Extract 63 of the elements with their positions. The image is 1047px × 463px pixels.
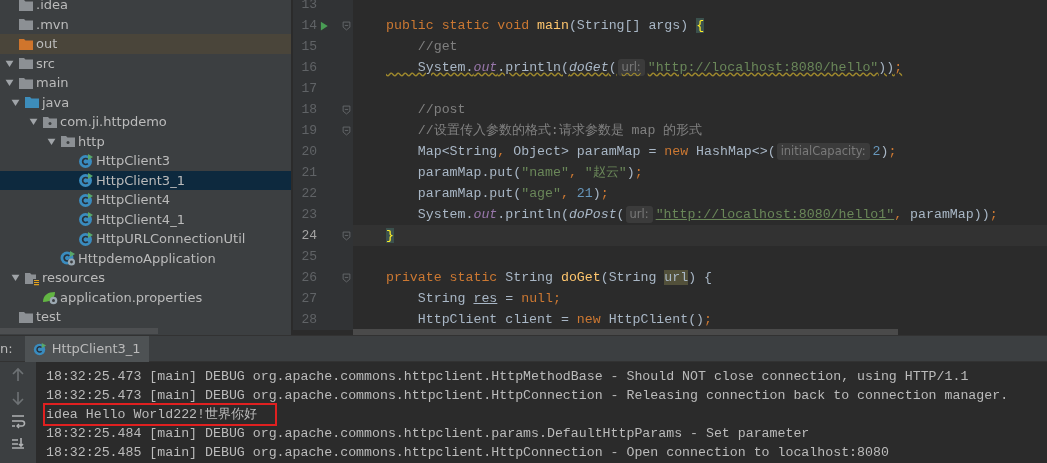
tree-item[interactable]: HttpURLConnectionUtil <box>0 229 291 249</box>
tree-item[interactable]: HttpClient3 <box>0 151 291 171</box>
folder-icon <box>18 16 34 33</box>
class-icon <box>60 250 76 267</box>
tree-item[interactable]: src <box>0 53 291 73</box>
tree-item[interactable]: out <box>0 34 291 54</box>
scrollbar[interactable] <box>0 328 158 334</box>
fold-icon[interactable] <box>341 125 351 136</box>
fold-icon[interactable] <box>341 230 351 241</box>
tree-item[interactable]: java <box>0 92 291 112</box>
code-line: String res = null; <box>416 289 561 308</box>
code-line: System.out.println(doPost( url: "http://localhost:8080/hello1", paramMap)); <box>416 204 998 225</box>
fold-icon[interactable] <box>341 104 351 115</box>
properties-icon <box>42 289 58 306</box>
class-icon <box>32 341 47 356</box>
package-icon <box>60 133 76 150</box>
tree-item[interactable]: resources <box>0 268 291 288</box>
code-line: paramMap.put("age", 21); <box>416 184 609 203</box>
tree-item[interactable]: .mvn <box>0 14 291 34</box>
soft-wrap-icon[interactable] <box>10 413 26 429</box>
console-line: 18:32:25.473 [main] DEBUG org.apache.commons.httpclient.HttpMethodBase - Should NOT close connection, using HTTP/1.1 <box>46 368 970 386</box>
class-icon <box>78 230 94 247</box>
panel-label: n: <box>0 339 13 358</box>
console-line: 18:32:25.473 [main] DEBUG org.apache.commons.httpclient.HttpConnection - Releasing connection back to connection manager. <box>46 387 1010 405</box>
class-icon <box>78 152 94 169</box>
up-arrow-icon[interactable] <box>10 367 26 383</box>
folder-icon <box>24 94 40 111</box>
run-icon[interactable] <box>319 20 329 31</box>
tree-item[interactable]: HttpClient4 <box>0 190 291 210</box>
folder-icon <box>18 0 34 13</box>
code-line: paramMap.put("name", "赵云"); <box>416 163 643 182</box>
tree-item[interactable]: application.properties <box>0 287 291 307</box>
fold-icon[interactable] <box>341 20 351 31</box>
code-line: //get <box>416 37 458 56</box>
down-arrow-icon[interactable] <box>10 390 26 406</box>
code-line: //post <box>416 100 466 119</box>
tree-item[interactable]: HttpClient3_1 <box>0 170 291 190</box>
tree-item[interactable]: main <box>0 73 291 93</box>
console-line: 18:32:25.485 [main] DEBUG org.apache.commons.httpclient.HttpConnection - Open connection to localhost:8080 <box>46 444 890 462</box>
tree-item[interactable]: HttpClient4_1 <box>0 209 291 229</box>
class-icon <box>78 211 94 228</box>
code-line: public static void main(String[] args) { <box>385 16 705 35</box>
tree-item[interactable]: http <box>0 131 291 151</box>
console-line: 18:32:25.484 [main] DEBUG org.apache.commons.httpclient.params.DefaultHttpParams - Set parameter <box>46 425 811 443</box>
tree-item[interactable]: test <box>0 307 291 327</box>
class-icon <box>78 191 94 208</box>
code-line: private static String doGet(String url) { <box>385 268 713 287</box>
tree-item[interactable]: HttpdemoApplication <box>0 248 291 268</box>
collapse-arrow-icon <box>10 273 20 283</box>
tree-item[interactable]: com.ji.httpdemo <box>0 112 291 132</box>
folder-icon <box>18 55 34 72</box>
code-line: //设置传入参数的格式:请求参数是 map 的形式 <box>416 121 703 140</box>
code-line: HttpClient client = new HttpClient(); <box>416 310 713 329</box>
fold-icon[interactable] <box>341 272 351 283</box>
scroll-to-end-icon[interactable] <box>10 436 26 452</box>
code-line: Map<String, Object> paramMap = new HashMap<>( initialCapacity: 2); <box>416 141 897 162</box>
tree-item[interactable]: .idea <box>0 0 291 15</box>
console-line: idea Hello World222!世界你好 <box>45 405 276 424</box>
code-line: System.out.println(doGet( url: "http://localhost:8080/hello")); <box>416 57 903 78</box>
run-tab[interactable]: HttpClient3_1 <box>24 335 149 362</box>
line-number: 24 <box>300 226 317 245</box>
class-icon <box>78 172 94 189</box>
scrollbar[interactable] <box>353 329 898 335</box>
